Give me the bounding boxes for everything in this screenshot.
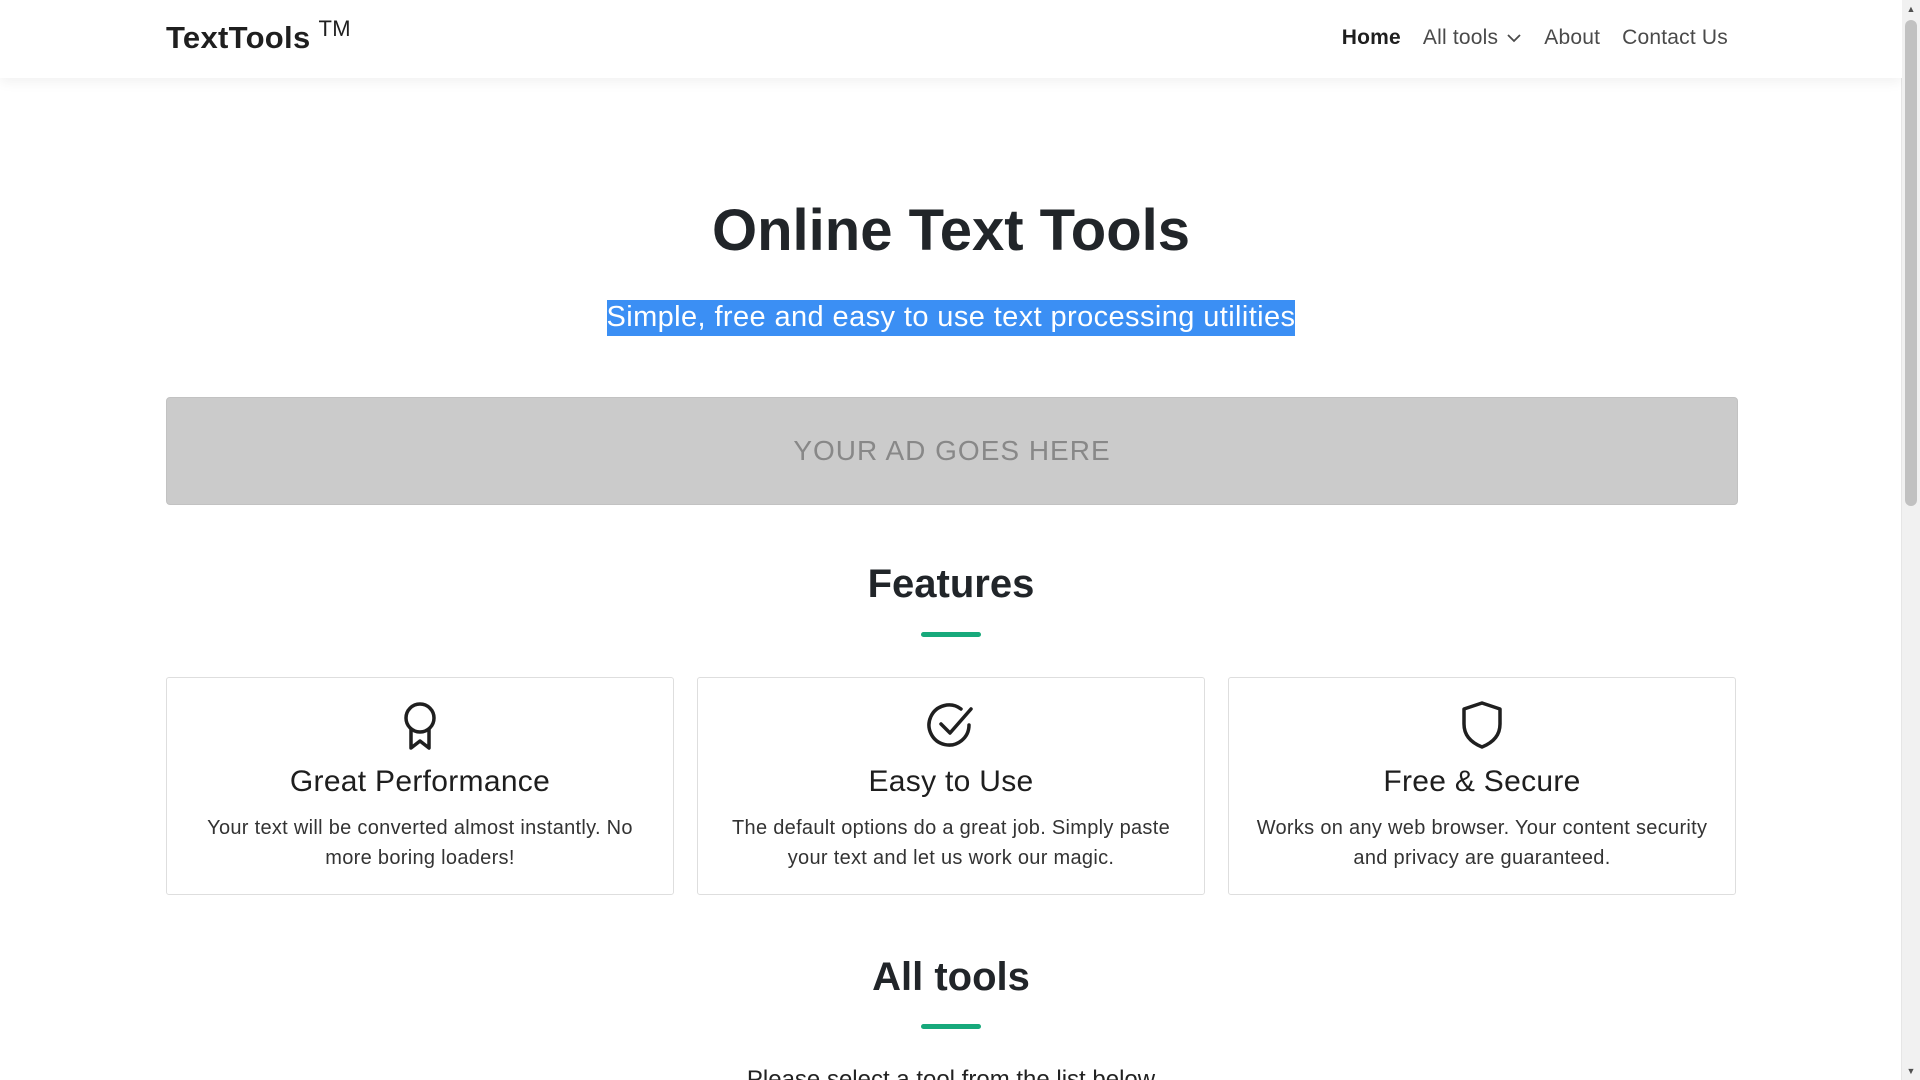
nav-link-label: All tools xyxy=(1422,26,1499,49)
all-tools-heading: All tools xyxy=(872,955,1030,999)
nav-link-all-tools[interactable]: All tools xyxy=(1423,26,1522,50)
shield-icon xyxy=(1462,701,1502,749)
feature-title: Free & Secure xyxy=(1383,765,1581,798)
brand-logo[interactable]: TextTools TM xyxy=(166,16,351,56)
main-nav: Home All tools About Contact Us xyxy=(1342,26,1728,50)
feature-cards: Great Performance Your text will be conv… xyxy=(166,677,1736,895)
feature-text: The default options do a great job. Simp… xyxy=(732,817,1170,869)
nav-link-label: About xyxy=(1544,26,1601,49)
nav-link-home[interactable]: Home xyxy=(1342,26,1401,50)
navbar: TextTools TM Home All tools About Contact… xyxy=(0,0,1902,78)
ad-label: YOUR AD GOES HERE xyxy=(793,435,1111,466)
feature-card-performance: Great Performance Your text will be conv… xyxy=(166,677,674,895)
all-tools-underline xyxy=(921,1024,981,1029)
features-underline xyxy=(921,632,981,637)
nav-link-about[interactable]: About xyxy=(1544,26,1600,50)
page: TextTools TM Home All tools About Contact… xyxy=(0,0,1902,1080)
hero-subtitle: Simple, free and easy to use text proces… xyxy=(606,300,1296,336)
feature-text: Works on any web browser. Your content s… xyxy=(1256,817,1708,869)
feature-title: Great Performance xyxy=(289,765,551,798)
feature-text: Your text will be converted almost insta… xyxy=(207,817,633,869)
hero-subtitle-wrap: Simple, free and easy to use text proces… xyxy=(0,300,1902,336)
scrollbar-thumb[interactable] xyxy=(1905,20,1917,506)
features-heading: Features xyxy=(867,562,1035,606)
feature-title: Easy to Use xyxy=(868,765,1034,798)
trademark-mark: TM xyxy=(318,16,351,41)
scroll-up-arrow-icon[interactable]: ▲ xyxy=(1902,0,1920,18)
all-tools-intro: Please select a tool from the list below xyxy=(746,1066,1156,1080)
vertical-scrollbar[interactable]: ▲ ▼ xyxy=(1901,0,1920,1080)
feature-card-easy: Easy to Use The default options do a gre… xyxy=(697,677,1205,895)
ad-banner[interactable]: YOUR AD GOES HERE xyxy=(166,397,1738,505)
nav-link-contact[interactable]: Contact Us xyxy=(1622,26,1728,50)
check-circle-icon xyxy=(927,703,973,747)
nav-link-label: Contact Us xyxy=(1622,26,1728,49)
feature-card-secure: Free & Secure Works on any web browser. … xyxy=(1228,677,1736,895)
nav-link-label: Home xyxy=(1341,26,1401,49)
scroll-down-arrow-icon[interactable]: ▼ xyxy=(1902,1062,1920,1080)
brand-name: TextTools xyxy=(166,20,311,55)
chevron-down-icon xyxy=(1507,34,1521,43)
award-icon xyxy=(404,702,436,750)
page-title: Online Text Tools xyxy=(712,198,1190,263)
